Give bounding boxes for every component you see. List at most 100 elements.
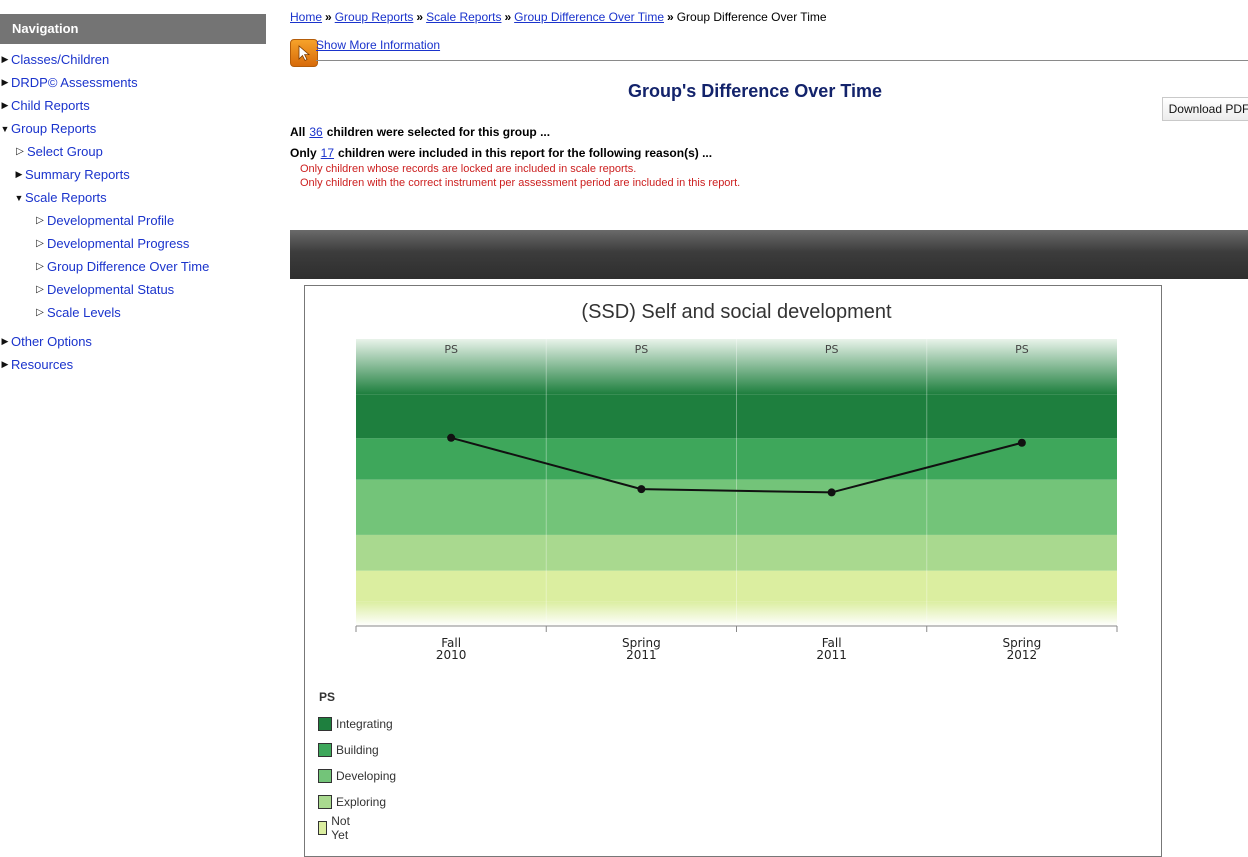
sidebar-item-label: DRDP© Assessments	[11, 75, 138, 90]
legend-label: Building	[336, 743, 379, 757]
sidebar-item-label: Scale Levels	[47, 305, 121, 320]
show-more-information-link[interactable]: Show More Information	[316, 38, 440, 52]
reason-text: Only children whose records are locked a…	[300, 163, 637, 175]
selected-count-line: All 36 children were selected for this gro…	[290, 125, 550, 139]
chart-container: (SSD) Self and social development PS PS PS P…	[304, 285, 1162, 857]
sidebar-item-resources[interactable]: ▶ Resources	[0, 353, 266, 376]
x-tick-label: Spring 2012	[1003, 636, 1042, 662]
breadcrumb-link-group-difference[interactable]: Group Difference Over Time	[514, 10, 664, 24]
breadcrumb: Home» Group Reports» Scale Reports» Group D…	[290, 10, 827, 24]
triangle-right-icon: ▶	[1, 77, 9, 87]
cursor-arrow-glyph	[298, 45, 311, 62]
sidebar-item-label: Classes/Children	[11, 52, 110, 67]
sidebar-item-developmental-profile[interactable]: ▷ Developmental Profile	[0, 209, 266, 232]
nav-header: Navigation	[0, 14, 266, 44]
legend-label: Developing	[336, 769, 397, 783]
period-label: PS	[444, 343, 458, 356]
sidebar-item-drdp-assessments[interactable]: ▶ DRDP© Assessments	[0, 71, 266, 94]
sidebar-item-label: Summary Reports	[25, 167, 130, 182]
period-label: PS	[635, 343, 649, 356]
triangle-outline-right-icon: ▷	[36, 238, 44, 249]
data-point	[447, 433, 456, 442]
divider	[316, 60, 1248, 61]
triangle-outline-right-icon: ▷	[36, 261, 44, 272]
legend-label: Integrating	[336, 717, 393, 731]
sidebar-item-label: Resources	[11, 357, 74, 372]
legend-item-developing: Developing	[318, 768, 396, 784]
period-label: PS	[825, 343, 839, 356]
chart-svg: (SSD) Self and social development PS PS PS P…	[355, 301, 1118, 662]
legend-item-building: Building	[318, 742, 379, 758]
breadcrumb-current: Group Difference Over Time	[676, 10, 827, 24]
triangle-outline-right-icon: ▷	[36, 307, 44, 318]
legend-swatch	[318, 821, 328, 835]
sidebar-item-label: Developmental Status	[47, 282, 175, 297]
triangle-right-icon: ▶	[1, 100, 9, 110]
x-tick-label-line: 2011	[816, 648, 847, 662]
sidebar-item-developmental-progress[interactable]: ▷ Developmental Progress	[0, 232, 266, 255]
legend-swatch	[318, 769, 332, 783]
sidebar-item-other-options[interactable]: ▶ Other Options	[0, 330, 266, 353]
breadcrumb-separator: »	[504, 10, 512, 24]
data-point	[1017, 438, 1026, 447]
triangle-down-icon: ▼	[0, 123, 10, 134]
breadcrumb-link-scale-reports[interactable]: Scale Reports	[426, 10, 501, 24]
triangle-right-icon: ▶	[1, 359, 9, 369]
sidebar-item-select-group[interactable]: ▷ Select Group	[0, 140, 266, 163]
data-point	[637, 485, 646, 494]
sidebar-item-child-reports[interactable]: ▶ Child Reports	[0, 94, 266, 117]
sidebar-item-label: Scale Reports	[25, 190, 107, 205]
x-tick-label-line: 2010	[436, 648, 467, 662]
sidebar-item-group-reports[interactable]: ▼ Group Reports	[0, 117, 266, 140]
sidebar-item-label: Developmental Profile	[47, 213, 175, 228]
selected-prefix: All	[290, 125, 306, 139]
legend-item-exploring: Exploring	[318, 794, 386, 810]
sidebar-item-label: Other Options	[11, 334, 92, 349]
sidebar-item-label: Developmental Progress	[47, 236, 190, 251]
legend-item-not-yet: Not Yet	[318, 814, 355, 842]
reason-text: Only children with the correct instrumen…	[300, 177, 741, 189]
triangle-outline-right-icon: ▷	[36, 215, 44, 226]
legend-title: PS	[319, 690, 336, 704]
chart-title: (SSD) Self and social development	[581, 301, 892, 323]
sidebar-item-summary-reports[interactable]: ▶ Summary Reports	[0, 163, 266, 186]
page-title: Group's Difference Over Time	[627, 81, 883, 101]
legend-swatch	[318, 795, 332, 809]
triangle-right-icon: ▶	[1, 336, 9, 346]
triangle-outline-right-icon: ▷	[16, 146, 24, 157]
included-prefix: Only	[290, 146, 317, 160]
legend-item-integrating: Integrating	[318, 716, 393, 732]
selected-suffix: children were selected for this group ..…	[326, 125, 551, 139]
triangle-down-icon: ▼	[14, 192, 24, 203]
legend-label: Exploring	[336, 795, 387, 809]
breadcrumb-link-group-reports[interactable]: Group Reports	[335, 10, 414, 24]
period-label: PS	[1015, 343, 1029, 356]
breadcrumb-link-home[interactable]: Home	[290, 10, 322, 24]
triangle-right-icon: ▶	[1, 54, 9, 64]
sidebar-item-developmental-status[interactable]: ▷ Developmental Status	[0, 278, 266, 301]
sidebar-item-label: Select Group	[27, 144, 103, 159]
included-count-line: Only 17 children were included in this rep…	[290, 146, 712, 160]
breadcrumb-separator: »	[416, 10, 424, 24]
triangle-outline-right-icon: ▷	[36, 284, 44, 295]
included-suffix: children were included in this report fo…	[338, 146, 713, 160]
x-tick-label: Fall 2011	[816, 636, 847, 662]
breadcrumb-separator: »	[667, 10, 674, 24]
sidebar-item-group-difference-over-time[interactable]: ▷ Group Difference Over Time	[0, 255, 266, 278]
data-point	[827, 488, 836, 497]
sidebar-item-label: Group Difference Over Time	[47, 259, 210, 274]
breadcrumb-separator: »	[325, 10, 332, 24]
sidebar-item-classes-children[interactable]: ▶ Classes/Children	[0, 48, 266, 71]
sidebar-item-scale-reports[interactable]: ▼ Scale Reports	[0, 186, 266, 209]
legend-swatch	[318, 743, 332, 757]
sidebar-item-scale-levels[interactable]: ▷ Scale Levels	[0, 301, 266, 324]
x-tick-label: Fall 2010	[436, 636, 467, 662]
x-tick-label-line: 2011	[626, 648, 657, 662]
legend-swatch	[318, 717, 332, 731]
included-count-link[interactable]: 17	[321, 146, 334, 160]
cursor-arrow-icon[interactable]	[290, 39, 318, 67]
selected-count-link[interactable]: 36	[309, 125, 322, 139]
x-tick-label-line: 2012	[1007, 648, 1038, 662]
legend-label: Not Yet	[331, 814, 350, 842]
nav-list: ▶ Classes/Children ▶ DRDP© Assessments ▶…	[0, 48, 266, 376]
